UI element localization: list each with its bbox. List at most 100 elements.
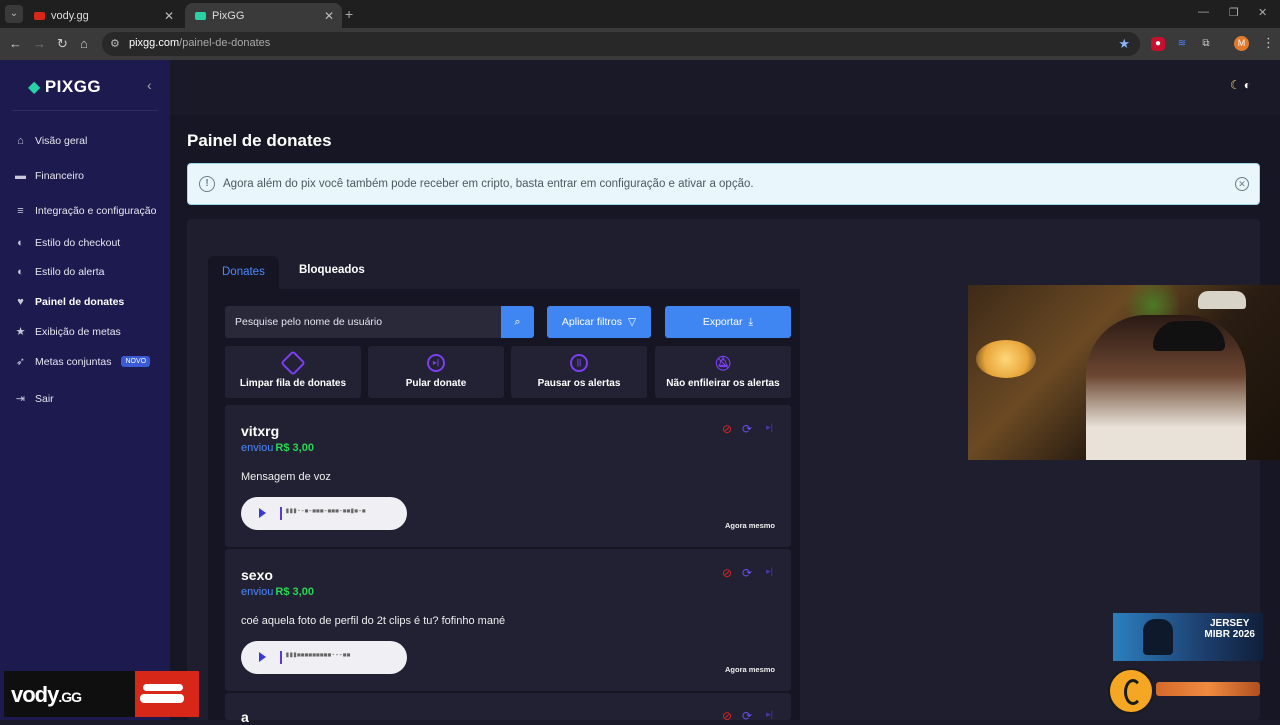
vody-mark	[135, 671, 199, 717]
play-icon[interactable]	[259, 652, 266, 662]
restore-icon[interactable]: ❐	[1229, 6, 1239, 19]
palette-icon: ◐	[17, 266, 24, 278]
sidebar-item-estilo-checkout[interactable]: ◐ Estilo do checkout	[14, 237, 120, 249]
tab-donates[interactable]: Donates	[208, 256, 279, 289]
donate-card: a ⊘ ⟳ ▸|	[225, 693, 791, 725]
skip-icon[interactable]: ▸|	[766, 566, 773, 577]
search-input[interactable]: Pesquise pelo nome de usuário	[225, 306, 501, 338]
waveform: ▮▮▮▪▪▪▪▪▪▪▪▪·--▪▪	[285, 650, 351, 659]
sidebar-item-exibicao-metas[interactable]: ★ Exibição de metas	[14, 325, 121, 339]
replay-icon[interactable]: ⟳	[742, 422, 752, 436]
sidebar-divider	[12, 110, 158, 111]
cap-shape	[1153, 321, 1225, 351]
wallet-icon: ▬	[15, 170, 26, 182]
brand-logo[interactable]: ◆ PIXGG	[28, 77, 101, 97]
hand-heart-icon: ♥	[17, 296, 24, 308]
rocket-icon: ➶	[15, 356, 26, 368]
browser-tab-title: vody.gg	[51, 9, 89, 22]
address-bar[interactable]: ⚙ pixgg.com/painel-de-donates ★	[102, 32, 1140, 56]
audio-player[interactable]: ▮▮▮▪▪▪▪▪▪▪▪▪·--▪▪	[241, 641, 407, 674]
donate-message: Mensagem de voz	[241, 471, 331, 483]
extension-shield-icon[interactable]: ●	[1151, 37, 1165, 51]
browser-tab-pixgg[interactable]: PixGG ✕	[185, 3, 342, 28]
close-tab-icon[interactable]: ✕	[164, 9, 174, 23]
sponsor-promo-banner: JERSEY MIBR 2026	[1113, 613, 1263, 661]
back-icon[interactable]: ←	[9, 36, 22, 51]
donate-amount-line: enviou R$ 3,00	[241, 442, 314, 454]
sidebar	[0, 60, 170, 720]
vody-wordmark: vody.GG	[11, 682, 82, 707]
replay-icon[interactable]: ⟳	[742, 709, 752, 723]
rifle-skin-shape	[1156, 682, 1260, 696]
close-window-icon[interactable]: ✕	[1258, 6, 1267, 19]
pause-alerts-button[interactable]: || Pausar os alertas	[511, 346, 647, 398]
sidebar-item-sair[interactable]: ⇥ Sair	[14, 392, 54, 406]
no-queue-alerts-button[interactable]: 🔕︎ Não enfileirar os alertas	[655, 346, 791, 398]
home-icon: ⌂	[17, 135, 24, 147]
close-alert-icon[interactable]: ✕	[1235, 177, 1249, 191]
toy-car-shape	[1198, 291, 1246, 309]
skip-icon[interactable]: ▸|	[766, 709, 773, 720]
forward-icon[interactable]: →	[33, 36, 46, 51]
donor-name: a	[241, 709, 249, 725]
waveform: ▮▮▮·-▪-▪▪▪-▪▪▪-▪▪▮▪-▪	[285, 506, 366, 515]
browser-menu-icon[interactable]: ⋮	[1262, 35, 1275, 51]
skip-icon[interactable]: ▸|	[766, 422, 773, 433]
settings-icon: ≡	[17, 205, 24, 217]
weapon-skin-overlay	[1108, 668, 1263, 714]
info-icon: !	[199, 176, 215, 192]
sidebar-item-metas-conjuntas[interactable]: ➶ Metas conjuntas NOVO	[14, 355, 151, 368]
collapse-sidebar-icon[interactable]: ‹	[147, 77, 152, 93]
skip-donate-button[interactable]: ▸| Pular donate	[368, 346, 504, 398]
pixgg-favicon-icon	[195, 11, 206, 20]
donor-name: vitxrg	[241, 423, 280, 439]
tab-search-icon[interactable]: ⌄	[5, 5, 23, 23]
donate-card: sexo enviou R$ 3,00 ⊘ ⟳ ▸| coé aquela fot…	[225, 549, 791, 691]
sidebar-item-estilo-alerta[interactable]: ◐ Estilo do alerta	[14, 266, 104, 278]
new-tab-icon[interactable]: +	[345, 6, 353, 22]
export-button[interactable]: Exportar ⤓	[665, 306, 791, 338]
home-icon[interactable]: ⌂	[80, 36, 88, 51]
sidebar-item-financeiro[interactable]: ▬ Financeiro	[14, 170, 84, 182]
search-icon: ⌕	[514, 316, 521, 328]
tab-bloqueados[interactable]: Bloqueados	[285, 256, 379, 289]
clear-queue-button[interactable]: Limpar fila de donates	[225, 346, 361, 398]
bell-off-icon: 🔕︎	[714, 355, 732, 371]
donate-time: Agora mesmo	[724, 521, 775, 530]
player-figure	[1143, 619, 1173, 655]
sidebar-item-painel-donates[interactable]: ♥ Painel de donates	[14, 296, 124, 308]
theme-toggle[interactable]: ☾ ◐	[1230, 78, 1251, 92]
sidebar-item-visao-geral[interactable]: ⌂ Visão geral	[14, 135, 87, 147]
sidebar-item-integracao[interactable]: ≡ Integração e configuração	[14, 205, 156, 217]
vody-favicon-icon	[34, 11, 45, 20]
audio-player[interactable]: ▮▮▮·-▪-▪▪▪-▪▪▪-▪▪▮▪-▪	[241, 497, 407, 530]
profile-avatar[interactable]: M	[1234, 36, 1249, 51]
extensions-puzzle-icon[interactable]: ⧉	[1199, 37, 1213, 51]
search-button[interactable]: ⌕	[501, 306, 534, 338]
browser-toolbar: ← → ↻ ⌂ ⚙ pixgg.com/painel-de-donates ★ …	[0, 28, 1280, 60]
close-tab-icon[interactable]: ✕	[324, 9, 334, 23]
donate-card: vitxrg enviou R$ 3,00 ⊘ ⟳ ▸| Mensagem de …	[225, 405, 791, 547]
bookmark-star-icon[interactable]: ★	[1118, 36, 1130, 52]
extension-wave-icon[interactable]: ≋	[1175, 37, 1189, 51]
pixgg-logo-icon: ◆	[28, 79, 41, 96]
donate-time: Agora mesmo	[724, 665, 775, 674]
block-user-icon[interactable]: ⊘	[722, 709, 732, 723]
playhead[interactable]	[280, 651, 282, 664]
site-info-icon[interactable]: ⚙	[110, 37, 120, 50]
donate-message: coé aquela foto de perfil do 2t clips é …	[241, 615, 506, 627]
eraser-icon	[280, 350, 306, 376]
apply-filters-button[interactable]: Aplicar filtros ▽	[547, 306, 651, 338]
webcam-overlay	[968, 285, 1280, 460]
browser-tab-vody[interactable]: vody.gg ✕	[24, 3, 182, 28]
play-icon[interactable]	[259, 508, 266, 518]
block-user-icon[interactable]: ⊘	[722, 566, 732, 580]
replay-icon[interactable]: ⟳	[742, 566, 752, 580]
block-user-icon[interactable]: ⊘	[722, 422, 732, 436]
playhead[interactable]	[280, 507, 282, 520]
reload-icon[interactable]: ↻	[57, 36, 68, 52]
url-text: pixgg.com/painel-de-donates	[129, 37, 271, 49]
minimize-icon[interactable]: —	[1198, 6, 1209, 18]
browser-tab-title: PixGG	[212, 9, 245, 22]
vody-logo-overlay: vody.GG	[4, 671, 199, 717]
